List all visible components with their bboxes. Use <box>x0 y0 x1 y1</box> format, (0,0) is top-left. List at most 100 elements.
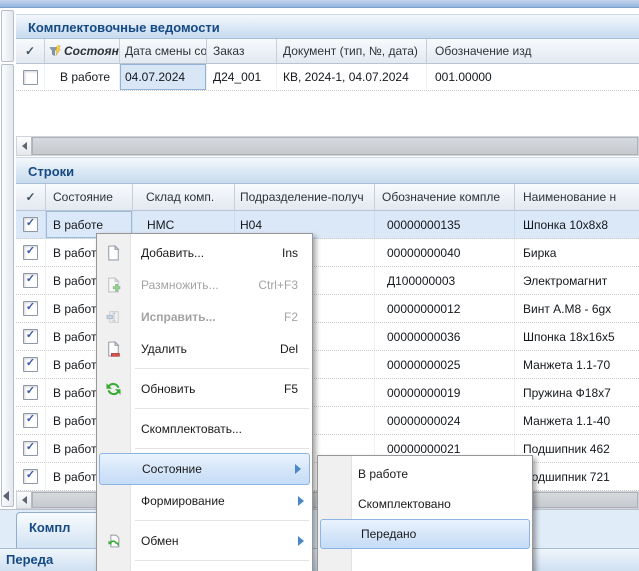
menu-item-edit[interactable]: Исправить... F2 <box>97 301 312 333</box>
state-submenu: В работе Скомплектовано Передано <box>317 455 533 571</box>
check-column-icon: ✓ <box>16 44 44 58</box>
duplicate-document-icon <box>105 277 122 294</box>
documents-row-checkbox[interactable] <box>23 70 38 85</box>
row-name-cell[interactable]: Манжета 1.1-70 <box>515 351 639 378</box>
documents-order-column-header[interactable]: Заказ <box>207 39 277 64</box>
row-checkbox[interactable]: ✓ <box>23 273 38 288</box>
documents-row-designation-cell[interactable]: 001.00000 <box>427 64 639 90</box>
rows-state-column-header[interactable]: Состояние <box>46 184 133 211</box>
documents-document-column-header[interactable]: Документ (тип, №, дата) <box>277 39 427 64</box>
new-document-icon <box>105 245 122 262</box>
collapse-left-arrow-icon[interactable] <box>3 491 9 501</box>
row-checkbox-cell: ✓ <box>16 379 46 406</box>
row-checkbox-cell: ✓ <box>16 407 46 434</box>
row-name-cell[interactable]: Манжета 1.1-40 <box>515 407 639 434</box>
row-checkbox-cell: ✓ <box>16 295 46 322</box>
scroll-left-arrow-icon[interactable] <box>17 492 32 508</box>
row-name-cell[interactable]: Бирка <box>515 239 639 266</box>
scroll-left-arrow-icon[interactable] <box>17 137 32 155</box>
rows-department-column-header[interactable]: Подразделение-получ <box>235 184 375 211</box>
context-menu: Добавить... Ins Размножить... Ctrl+F3 <box>96 233 313 571</box>
row-code-cell[interactable]: 00000000025 <box>375 351 515 378</box>
row-checkbox[interactable]: ✓ <box>23 469 38 484</box>
erp-window: Комплектовочные ведомости ✓ Состояни Дат… <box>0 0 639 571</box>
menu-separator <box>135 368 309 370</box>
menu-item-delete[interactable]: Удалить Del <box>97 333 312 365</box>
documents-date-column-header[interactable]: Дата смены сос <box>120 39 207 64</box>
submenu-item-assembled[interactable]: Скомплектовано <box>318 489 532 519</box>
row-name-cell[interactable]: Пружина Ф18x7 <box>515 379 639 406</box>
documents-hscrollbar[interactable] <box>16 136 639 156</box>
submenu-arrow-icon <box>295 464 301 474</box>
row-checkbox[interactable]: ✓ <box>23 357 38 372</box>
rows-table-header: ✓ Состояние Склад комп. Подразделение-по… <box>16 184 639 211</box>
rows-panel-title: Строки <box>16 157 639 184</box>
documents-row-state-cell[interactable]: В работе <box>45 64 120 90</box>
submenu-arrow-icon <box>298 496 304 506</box>
documents-check-column-header[interactable]: ✓ <box>16 39 45 64</box>
documents-row-order-cell[interactable]: Д24_001 <box>207 64 277 90</box>
documents-state-column-label: Состояни <box>64 44 120 58</box>
row-checkbox[interactable]: ✓ <box>23 217 38 232</box>
documents-table-row[interactable]: В работе 04.07.2024 Д24_001 КВ, 2024-1, … <box>16 64 639 91</box>
row-checkbox[interactable]: ✓ <box>23 329 38 344</box>
row-code-cell[interactable]: 00000000024 <box>375 407 515 434</box>
row-code-cell[interactable]: 00000000135 <box>375 211 515 238</box>
row-code-cell[interactable]: 00000000036 <box>375 323 515 350</box>
rows-check-column-header[interactable]: ✓ <box>16 184 46 211</box>
submenu-item-transferred[interactable]: Передано <box>320 519 530 549</box>
check-column-icon: ✓ <box>16 190 45 204</box>
menu-separator <box>135 448 309 450</box>
row-checkbox[interactable]: ✓ <box>23 441 38 456</box>
exchange-icon <box>105 533 122 550</box>
row-code-cell[interactable]: Д100000003 <box>375 267 515 294</box>
row-name-cell[interactable]: Подшипник 462 <box>515 435 639 462</box>
documents-hscrollbar-thumb[interactable] <box>32 137 638 155</box>
menu-item-refresh[interactable]: Обновить F5 <box>97 373 312 405</box>
left-splitter-main[interactable] <box>1 64 14 507</box>
submenu-item-in-work[interactable]: В работе <box>318 459 532 489</box>
delete-document-icon <box>105 341 122 358</box>
documents-designation-column-header[interactable]: Обозначение изд <box>427 39 639 64</box>
menu-separator <box>135 560 309 562</box>
menu-item-cutoff[interactable] <box>97 565 312 571</box>
row-name-cell[interactable]: Электромагнит <box>515 267 639 294</box>
row-checkbox-cell: ✓ <box>16 351 46 378</box>
row-checkbox-cell: ✓ <box>16 323 46 350</box>
menu-separator <box>135 520 309 522</box>
row-name-cell[interactable]: Шпонка 18x16x5 <box>515 323 639 350</box>
menu-item-exchange[interactable]: Обмен <box>97 525 312 557</box>
filter-lightning-icon <box>49 45 62 58</box>
row-code-cell[interactable]: 00000000019 <box>375 379 515 406</box>
row-name-cell[interactable]: Шпонка 10x8x8 <box>515 211 639 238</box>
row-checkbox-cell: ✓ <box>16 267 46 294</box>
documents-row-document-cell[interactable]: КВ, 2024-1, 04.07.2024 <box>277 64 427 90</box>
menu-item-add[interactable]: Добавить... Ins <box>97 237 312 269</box>
left-splitter-top[interactable] <box>1 10 14 62</box>
rows-code-column-header[interactable]: Обозначение компле <box>375 184 515 211</box>
documents-row-checkbox-cell <box>16 64 45 90</box>
row-name-cell[interactable]: Винт А.М8 - 6gx <box>515 295 639 322</box>
rows-warehouse-column-header[interactable]: Склад комп. <box>133 184 235 211</box>
documents-panel-title: Комплектовочные ведомости <box>16 14 639 39</box>
window-top-strip <box>0 0 639 8</box>
menu-item-duplicate[interactable]: Размножить... Ctrl+F3 <box>97 269 312 301</box>
edit-document-icon <box>105 309 122 326</box>
rows-name-column-header[interactable]: Наименование н <box>515 184 639 211</box>
menu-item-assemble[interactable]: Скомплектовать... <box>97 413 312 445</box>
documents-table-header: ✓ Состояни Дата смены сос Заказ Документ… <box>16 39 639 64</box>
menu-item-state[interactable]: Состояние <box>99 453 310 485</box>
row-name-cell[interactable]: Подшипник 721 <box>515 463 639 490</box>
documents-row-date-cell[interactable]: 04.07.2024 <box>120 64 207 90</box>
row-checkbox[interactable]: ✓ <box>23 413 38 428</box>
submenu-item-cutoff[interactable] <box>318 549 532 571</box>
row-checkbox-cell: ✓ <box>16 239 46 266</box>
menu-item-formation[interactable]: Формирование <box>97 485 312 517</box>
row-checkbox[interactable]: ✓ <box>23 301 38 316</box>
documents-state-column-header[interactable]: Состояни <box>45 39 120 64</box>
row-checkbox[interactable]: ✓ <box>23 245 38 260</box>
row-checkbox[interactable]: ✓ <box>23 385 38 400</box>
row-checkbox-cell: ✓ <box>16 463 46 490</box>
row-code-cell[interactable]: 00000000012 <box>375 295 515 322</box>
row-code-cell[interactable]: 00000000040 <box>375 239 515 266</box>
